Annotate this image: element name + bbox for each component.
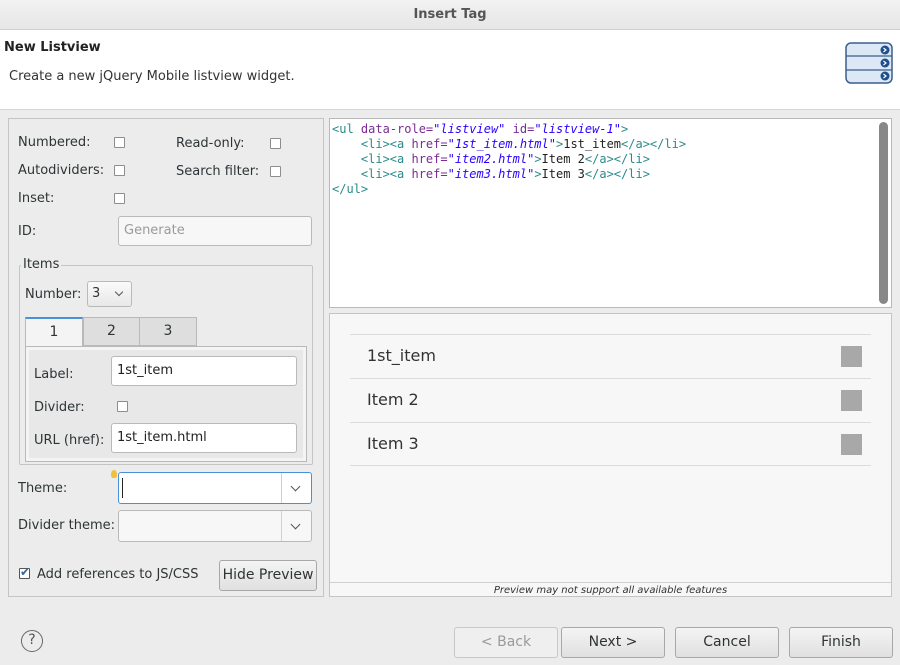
preview-list-item: Item 3	[350, 422, 871, 466]
item-label-input[interactable]: 1st_item	[111, 356, 297, 386]
code-token: href=	[411, 137, 448, 151]
preview-item-label: Item 2	[367, 390, 419, 409]
theme-combo[interactable]	[118, 472, 312, 504]
code-token: </a></li>	[584, 167, 650, 181]
code-token: Item 3	[541, 167, 585, 181]
search-filter-checkbox[interactable]	[270, 166, 281, 177]
readonly-label: Read-only:	[176, 136, 245, 151]
chevron-down-icon[interactable]	[281, 511, 311, 541]
preview-item-label: 1st_item	[367, 346, 436, 365]
code-scrollbar[interactable]	[879, 122, 888, 304]
finish-button[interactable]: Finish	[789, 627, 893, 658]
code-token: "item3.html"	[447, 167, 535, 181]
listview-options-panel: Numbered: Read-only: Autodividers: Searc…	[8, 118, 324, 597]
code-token: </a></li>	[584, 152, 650, 166]
items-group-title: Items	[21, 257, 62, 272]
theme-label: Theme:	[18, 481, 68, 496]
add-references-label[interactable]: Add references to JS/CSS	[37, 567, 199, 582]
autodividers-label: Autodividers:	[18, 163, 105, 178]
arrow-icon	[841, 390, 862, 411]
items-group: Items Number: 3 1 2 3 Label: 1st_item Di…	[19, 257, 313, 465]
hide-preview-button[interactable]: Hide Preview	[219, 560, 317, 591]
arrow-icon	[841, 346, 862, 367]
code-token: href=	[411, 152, 448, 166]
code-token: "1st_item.html"	[447, 137, 556, 151]
inset-checkbox[interactable]	[114, 193, 125, 204]
code-token: >	[621, 122, 629, 136]
code-token: Item 2	[541, 152, 585, 166]
code-token: "item2.html"	[447, 152, 535, 166]
number-value: 3	[92, 286, 101, 301]
code-token: </a></li>	[621, 137, 687, 151]
code-token: <li><a	[360, 152, 412, 166]
lightbulb-icon	[111, 470, 117, 478]
code-token: <ul	[332, 122, 361, 136]
items-tabs: 1 2 3 Label: 1st_item Divider: URL (href…	[25, 317, 307, 462]
preview-note: Preview may not support all available fe…	[330, 582, 891, 598]
code-token: "listview"	[433, 122, 506, 136]
divider-theme-label: Divider theme:	[18, 518, 116, 533]
page-title: New Listview	[4, 40, 101, 55]
help-icon[interactable]: ?	[21, 630, 43, 652]
readonly-checkbox[interactable]	[270, 138, 281, 149]
code-token: </ul>	[332, 182, 369, 196]
preview-list-item: Item 2	[350, 378, 871, 422]
code-token: 1st_item	[563, 137, 622, 151]
number-select[interactable]: 3	[87, 281, 132, 307]
item-tab-panel: Label: 1st_item Divider: URL (href): 1st…	[25, 346, 307, 462]
wizard-banner: New Listview Create a new jQuery Mobile …	[0, 30, 900, 110]
item-url-label: URL (href):	[34, 433, 105, 448]
arrow-icon	[841, 434, 862, 455]
preview-list-item: 1st_item	[350, 334, 871, 378]
divider-theme-combo[interactable]	[118, 510, 312, 542]
cancel-button[interactable]: Cancel	[675, 627, 779, 658]
code-token: <li><a	[360, 167, 412, 181]
code-token: href=	[411, 167, 448, 181]
code-token: data-role=	[360, 122, 434, 136]
back-button[interactable]: < Back	[454, 627, 558, 658]
window-title: Insert Tag	[0, 0, 900, 30]
listview-preview: 1st_item Item 2 Item 3 Preview may not s…	[329, 313, 892, 597]
page-description: Create a new jQuery Mobile listview widg…	[9, 69, 295, 84]
theme-value	[122, 478, 123, 498]
next-button[interactable]: Next >	[561, 627, 665, 658]
listview-widget-icon	[845, 42, 893, 84]
number-label: Number:	[25, 287, 82, 302]
code-token: id=	[505, 122, 535, 136]
tab-item-2[interactable]: 2	[83, 317, 140, 346]
code-token: >	[534, 167, 542, 181]
chevron-down-icon[interactable]	[281, 473, 311, 503]
item-label-label: Label:	[34, 367, 74, 382]
tab-item-1[interactable]: 1	[25, 317, 83, 347]
chevron-down-icon	[114, 287, 124, 297]
item-divider-label: Divider:	[34, 400, 85, 415]
autodividers-checkbox[interactable]	[114, 165, 125, 176]
item-divider-checkbox[interactable]	[117, 401, 128, 412]
preview-item-label: Item 3	[367, 434, 419, 453]
code-token: "listview-1"	[534, 122, 622, 136]
tab-item-3[interactable]: 3	[139, 317, 197, 346]
add-references-checkbox[interactable]	[19, 565, 30, 579]
item-url-input[interactable]: 1st_item.html	[111, 423, 297, 453]
code-token: <li><a	[360, 137, 412, 151]
numbered-label: Numbered:	[18, 135, 91, 150]
inset-label: Inset:	[18, 191, 55, 206]
id-input[interactable]: Generate	[118, 216, 312, 246]
id-label: ID:	[18, 224, 37, 239]
numbered-checkbox[interactable]	[114, 137, 125, 148]
code-preview[interactable]: <ul data-role="listview" id="listview-1"…	[329, 118, 892, 308]
search-filter-label: Search filter:	[176, 164, 260, 179]
code-token: >	[534, 152, 542, 166]
